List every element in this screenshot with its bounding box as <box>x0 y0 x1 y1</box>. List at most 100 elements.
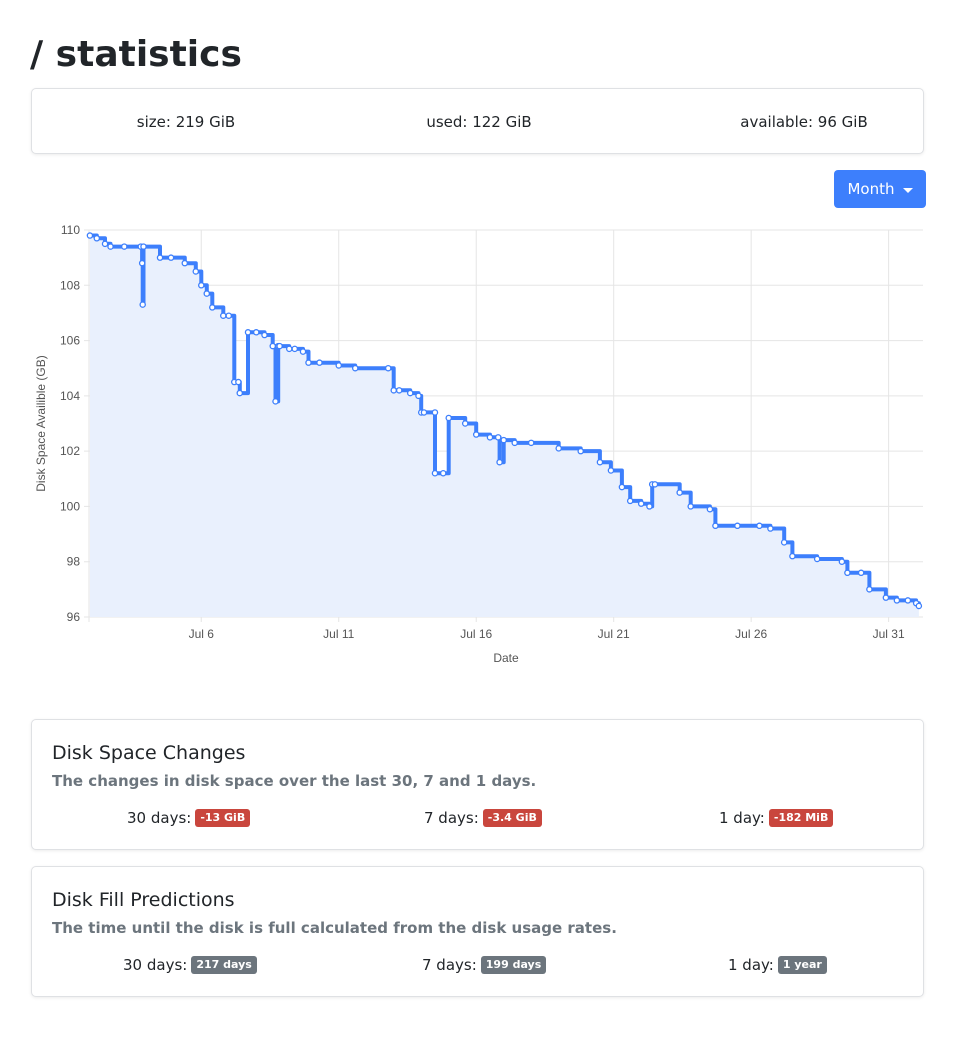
data-point <box>687 503 694 510</box>
data-point <box>486 434 494 441</box>
y-tick-label: 108 <box>60 278 80 292</box>
data-point <box>838 558 846 565</box>
data-point <box>676 489 683 496</box>
data-point <box>813 555 821 563</box>
x-tick-label: Jul 6 <box>189 627 215 641</box>
data-point <box>335 362 342 369</box>
data-point <box>511 439 518 447</box>
data-point <box>607 467 615 474</box>
x-tick-label: Jul 21 <box>598 627 630 641</box>
data-point <box>431 409 439 416</box>
data-point <box>139 301 146 308</box>
y-tick-label: 100 <box>60 499 80 513</box>
series-area-fill <box>89 235 919 617</box>
data-point <box>915 602 923 610</box>
data-point <box>626 497 634 505</box>
data-point <box>390 387 397 394</box>
data-point <box>651 481 659 488</box>
data-point <box>893 597 901 604</box>
y-tick-label: 110 <box>61 223 80 237</box>
data-point <box>101 240 109 248</box>
change-30-days-label: 30 days: <box>127 809 192 827</box>
prediction-30-days-badge: 217 days <box>191 956 257 974</box>
y-tick-label: 104 <box>60 389 80 403</box>
data-point <box>706 505 714 513</box>
data-point <box>220 312 227 319</box>
page-title: / statistics <box>30 34 242 75</box>
prediction-7-days-label: 7 days: <box>422 956 477 974</box>
data-point <box>140 243 147 250</box>
data-point <box>780 539 788 546</box>
data-point <box>236 389 244 397</box>
y-tick-label: 98 <box>67 555 81 569</box>
predictions-card-subtitle: The time until the disk is full calculat… <box>52 919 617 937</box>
data-point <box>285 345 293 353</box>
data-point <box>734 522 741 530</box>
data-point <box>596 458 604 466</box>
x-axis-title: Date <box>493 651 519 665</box>
data-point <box>789 552 796 560</box>
data-point <box>646 503 653 510</box>
data-point <box>527 439 535 447</box>
data-point <box>500 436 507 444</box>
data-point <box>494 434 502 441</box>
prediction-30-days-label: 30 days: <box>123 956 188 974</box>
data-point <box>244 329 252 336</box>
data-point <box>225 312 233 319</box>
data-point <box>857 569 865 577</box>
time-range-dropdown-label: Month <box>847 180 895 198</box>
data-point <box>415 392 422 400</box>
change-30-days: 30 days: -13 GiB <box>127 809 251 827</box>
data-point <box>712 522 719 530</box>
disk-used-stat: used: 122 GiB <box>426 113 532 131</box>
changes-card-subtitle: The changes in disk space over the last … <box>52 772 537 790</box>
change-1-day-badge: -182 MiB <box>768 809 834 827</box>
data-point <box>445 414 452 422</box>
y-tick-label: 106 <box>60 334 80 348</box>
change-30-days-badge: -13 GiB <box>195 809 251 827</box>
prediction-30-days: 30 days: 217 days <box>123 956 257 974</box>
time-range-dropdown[interactable]: Month <box>834 170 926 208</box>
data-point <box>461 420 469 427</box>
prediction-1-day-label: 1 day: <box>728 956 774 974</box>
data-point <box>291 345 298 353</box>
y-tick-label: 102 <box>60 444 80 458</box>
prediction-1-day-badge: 1 year <box>777 956 827 974</box>
data-point <box>138 259 146 267</box>
data-point <box>351 364 359 372</box>
prediction-7-days: 7 days: 199 days <box>422 956 547 974</box>
x-tick-label: Jul 31 <box>873 627 905 641</box>
data-point <box>299 348 307 355</box>
caret-down-icon <box>902 187 913 193</box>
prediction-1-day: 1 day: 1 year <box>728 956 827 974</box>
data-point <box>192 268 200 275</box>
disk-stats-card: size: 219 GiB used: 122 GiB available: 9… <box>31 88 924 154</box>
predictions-card-title: Disk Fill Predictions <box>52 889 235 911</box>
x-tick-label: Jul 16 <box>460 627 492 641</box>
data-point <box>618 483 626 491</box>
data-point <box>305 359 312 366</box>
data-point <box>496 458 503 466</box>
data-point <box>384 364 392 372</box>
data-point <box>86 232 94 239</box>
data-point <box>431 470 439 477</box>
data-point <box>844 569 851 577</box>
x-tick-label: Jul 11 <box>323 627 354 641</box>
change-1-day-label: 1 day: <box>719 809 765 827</box>
prediction-7-days-badge: 199 days <box>480 956 547 974</box>
data-point <box>261 331 268 339</box>
data-point <box>272 398 279 405</box>
data-point <box>167 254 175 261</box>
chart-area-layer <box>89 235 919 617</box>
data-point <box>181 259 189 267</box>
data-point <box>203 290 211 297</box>
disk-available-stat: available: 96 GiB <box>740 113 868 131</box>
x-tick-label: Jul 26 <box>735 627 767 641</box>
change-1-day: 1 day: -182 MiB <box>719 809 834 827</box>
data-point <box>276 342 283 350</box>
data-point <box>235 378 242 386</box>
data-point <box>637 500 645 507</box>
data-point <box>198 282 205 289</box>
data-point <box>269 342 276 350</box>
data-point <box>420 409 428 416</box>
